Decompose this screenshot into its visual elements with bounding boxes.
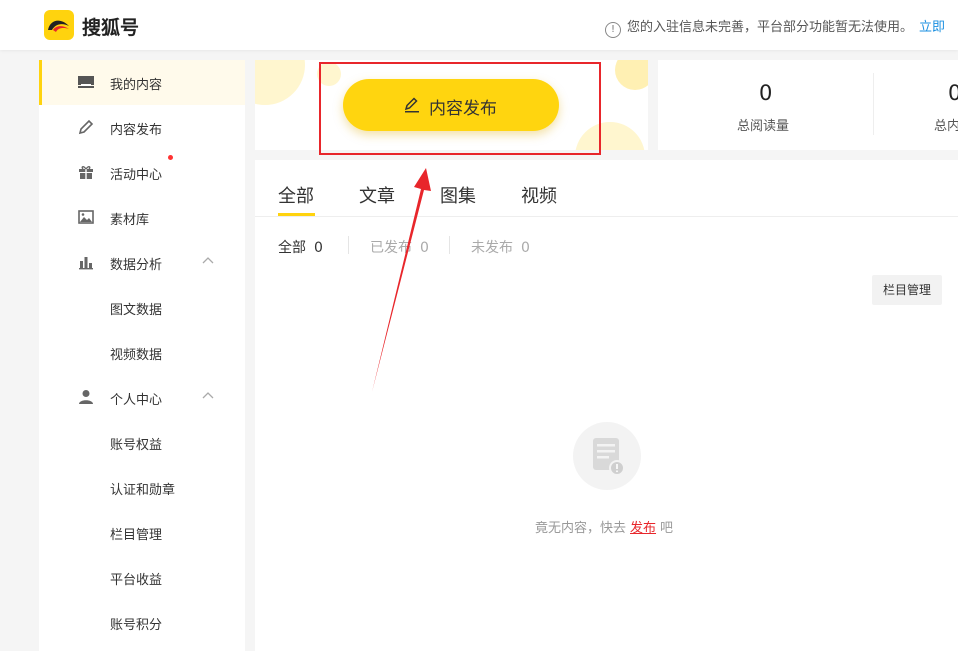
filter-count: 0 bbox=[521, 240, 530, 256]
sohu-fox-logo[interactable] bbox=[44, 10, 74, 40]
tab-galleries[interactable]: 图集 bbox=[440, 182, 476, 208]
brand-name[interactable]: 搜狐号 bbox=[82, 13, 139, 40]
total-content-value: 0 bbox=[948, 81, 958, 105]
filter-all[interactable]: 全部 0 bbox=[278, 237, 323, 257]
decorative-circle bbox=[615, 60, 648, 90]
sidebar-item-publish[interactable]: 内容发布 bbox=[39, 105, 245, 150]
sidebar-item-account-rights[interactable]: 账号权益 bbox=[39, 420, 245, 465]
empty-text-before: 竟无内容，快去 bbox=[535, 521, 627, 536]
filter-label: 已发布 bbox=[370, 240, 412, 256]
sidebar-item-label: 活动中心 bbox=[110, 168, 163, 183]
sidebar-item-label: 内容发布 bbox=[110, 123, 163, 138]
stats-divider bbox=[873, 73, 874, 135]
filter-published[interactable]: 已发布 0 bbox=[370, 237, 429, 257]
stats-card: 0 总阅读量 0 总内 bbox=[658, 60, 958, 150]
notice-link[interactable]: 立即 bbox=[919, 20, 945, 35]
filter-count: 0 bbox=[314, 240, 323, 256]
sidebar-item-video-data[interactable]: 视频数据 bbox=[39, 330, 245, 375]
highlight-box-annotation bbox=[319, 62, 601, 155]
document-icon bbox=[593, 438, 625, 476]
sidebar-item-label: 图文数据 bbox=[110, 303, 163, 318]
tabs-divider bbox=[255, 216, 958, 217]
sidebar-item-label: 视频数据 bbox=[110, 348, 163, 363]
bar-chart-icon bbox=[79, 257, 93, 270]
chevron-up-icon[interactable] bbox=[201, 389, 215, 403]
empty-state-illustration bbox=[573, 422, 641, 490]
sidebar-item-account-points[interactable]: 账号积分 bbox=[39, 600, 245, 645]
sidebar-item-activity-center[interactable]: 活动中心 bbox=[39, 150, 245, 195]
sidebar-item-personal-center[interactable]: 个人中心 bbox=[39, 375, 245, 420]
user-icon bbox=[79, 390, 93, 404]
sidebar-item-label: 栏目管理 bbox=[110, 528, 163, 543]
info-icon: ! bbox=[605, 22, 621, 38]
sidebar-item-label: 我的内容 bbox=[110, 78, 163, 93]
filter-count: 0 bbox=[420, 240, 429, 256]
empty-publish-link[interactable]: 发布 bbox=[630, 521, 656, 536]
total-reads-value: 0 bbox=[759, 81, 773, 105]
inbox-icon bbox=[78, 76, 94, 88]
sidebar-item-label: 认证和勋章 bbox=[110, 483, 176, 498]
gift-icon bbox=[79, 166, 93, 179]
decorative-circle bbox=[255, 60, 305, 105]
sidebar-item-label: 账号权益 bbox=[110, 438, 163, 453]
column-management-button[interactable]: 栏目管理 bbox=[872, 275, 942, 305]
empty-text-after: 吧 bbox=[660, 521, 674, 536]
profile-incomplete-notice: ! 您的入驻信息未完善，平台部分功能暂无法使用。 立即 bbox=[605, 16, 945, 38]
content-panel: 全部 文章 图集 视频 全部 0 已发布 0 未发布 0 栏目管理 竟无内容，快去 发布… bbox=[255, 160, 958, 651]
filter-label: 全部 bbox=[278, 240, 306, 256]
sidebar-item-certification[interactable]: 认证和勋章 bbox=[39, 465, 245, 510]
total-reads-label: 总阅读量 bbox=[737, 119, 790, 134]
sidebar-item-article-data[interactable]: 图文数据 bbox=[39, 285, 245, 330]
notification-dot bbox=[168, 155, 173, 160]
tab-articles[interactable]: 文章 bbox=[359, 182, 395, 208]
sidebar: 我的内容 内容发布 活动中心 素材库 数据分析 图文数据 视频数据 个人中心 账… bbox=[39, 60, 245, 651]
filter-divider bbox=[449, 236, 450, 254]
sidebar-item-label: 个人中心 bbox=[110, 393, 163, 408]
top-header: 搜狐号 ! 您的入驻信息未完善，平台部分功能暂无法使用。 立即 bbox=[0, 0, 958, 50]
sidebar-item-label: 数据分析 bbox=[110, 258, 163, 273]
filter-label: 未发布 bbox=[471, 240, 513, 256]
tab-all[interactable]: 全部 bbox=[278, 182, 314, 208]
sidebar-item-label: 平台收益 bbox=[110, 573, 163, 588]
total-content-label: 总内 bbox=[934, 119, 958, 134]
filter-unpublished[interactable]: 未发布 0 bbox=[471, 237, 530, 257]
sidebar-item-platform-income[interactable]: 平台收益 bbox=[39, 555, 245, 600]
sidebar-item-data-analysis[interactable]: 数据分析 bbox=[39, 240, 245, 285]
sidebar-item-label: 素材库 bbox=[110, 213, 150, 228]
sidebar-item-label: 账号积分 bbox=[110, 618, 163, 633]
empty-state-message: 竟无内容，快去 发布吧 bbox=[535, 517, 673, 536]
chevron-up-icon[interactable] bbox=[201, 254, 215, 268]
tab-videos[interactable]: 视频 bbox=[521, 182, 557, 208]
filter-divider bbox=[348, 236, 349, 254]
image-icon bbox=[78, 210, 94, 224]
sidebar-item-material-library[interactable]: 素材库 bbox=[39, 195, 245, 240]
sidebar-item-my-content[interactable]: 我的内容 bbox=[39, 60, 245, 105]
notice-text: 您的入驻信息未完善，平台部分功能暂无法使用。 bbox=[627, 20, 914, 35]
pencil-icon bbox=[78, 119, 94, 135]
sidebar-item-column-management[interactable]: 栏目管理 bbox=[39, 510, 245, 555]
